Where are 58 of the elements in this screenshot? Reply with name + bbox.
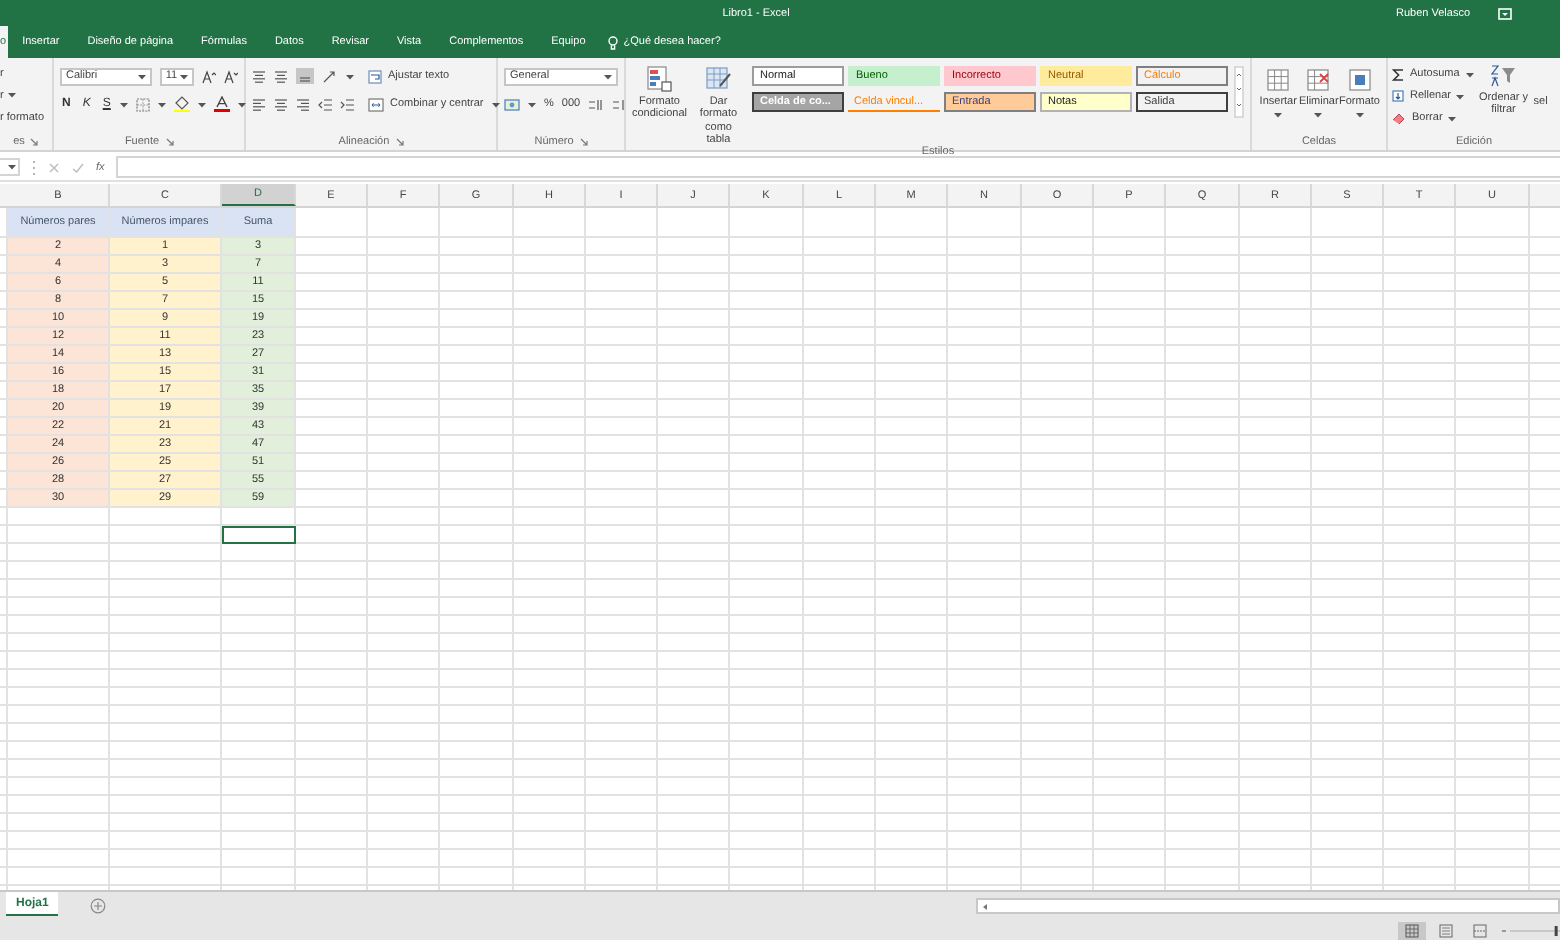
normal-view-icon[interactable] [1398, 921, 1426, 939]
selected-cell[interactable] [222, 526, 296, 544]
decrease-indent-icon[interactable] [318, 97, 332, 111]
caret-icon[interactable] [7, 92, 16, 98]
dialog-launcher-icon[interactable] [395, 137, 404, 145]
caret-icon[interactable] [8, 164, 16, 170]
increase-font-icon[interactable] [202, 69, 216, 83]
align-center-icon[interactable] [274, 97, 288, 111]
font-color-icon[interactable] [214, 96, 231, 112]
caret-icon[interactable] [1465, 71, 1474, 77]
decrease-decimal-icon[interactable] [612, 97, 629, 111]
align-top-icon[interactable] [252, 69, 266, 83]
dialog-launcher-icon[interactable] [165, 137, 174, 145]
caret-icon[interactable] [1448, 115, 1457, 121]
window-icon [1498, 7, 1513, 19]
decrease-font-icon[interactable] [224, 69, 238, 83]
increase-indent-icon[interactable] [340, 97, 354, 111]
caret-icon[interactable] [604, 73, 612, 79]
delete-cells-icon [1306, 68, 1331, 92]
zoom-slider[interactable] [1500, 921, 1560, 939]
lightbulb-icon [607, 35, 618, 49]
align-left-icon[interactable] [252, 97, 266, 111]
caret-icon[interactable] [158, 101, 167, 107]
orientation-icon[interactable] [322, 69, 338, 83]
align-middle-icon[interactable] [274, 69, 288, 83]
fill-down-icon [1392, 90, 1404, 102]
conditional-format-icon [646, 66, 673, 92]
wrap-text-icon [368, 69, 382, 83]
caret-icon[interactable] [346, 73, 354, 79]
caret-icon[interactable] [1274, 112, 1283, 119]
sort-filter-icon [1490, 64, 1517, 88]
dialog-launcher-icon[interactable] [579, 137, 588, 145]
caret-icon[interactable] [137, 73, 146, 79]
caret-icon[interactable] [1314, 112, 1323, 119]
name-box[interactable] [0, 158, 20, 176]
format-cells-icon [1347, 68, 1372, 92]
caret-icon[interactable] [238, 101, 247, 107]
caret-icon[interactable] [198, 101, 207, 107]
add-sheet-icon[interactable] [90, 898, 107, 914]
caret-icon[interactable] [180, 73, 188, 79]
caret-icon[interactable] [491, 101, 500, 107]
caret-icon[interactable] [1355, 112, 1364, 119]
eraser-icon [1392, 112, 1406, 124]
merge-cells-icon [368, 97, 384, 111]
align-right-icon[interactable] [296, 97, 310, 111]
sigma-icon [1392, 67, 1404, 81]
caret-icon[interactable] [528, 101, 536, 107]
dialog-launcher-icon[interactable] [30, 137, 39, 145]
caret-icon[interactable] [1456, 93, 1465, 99]
insert-cells-icon [1266, 68, 1291, 92]
fill-color-icon[interactable] [174, 96, 191, 112]
table-brush-icon [705, 66, 732, 92]
horizontal-scrollbar[interactable] [976, 898, 1560, 914]
gallery-scroll-icon[interactable] [1234, 66, 1244, 118]
scroll-left-icon[interactable] [980, 901, 990, 911]
increase-decimal-icon[interactable] [588, 97, 605, 111]
formula-input[interactable] [116, 156, 1560, 178]
caret-icon[interactable] [120, 101, 129, 107]
